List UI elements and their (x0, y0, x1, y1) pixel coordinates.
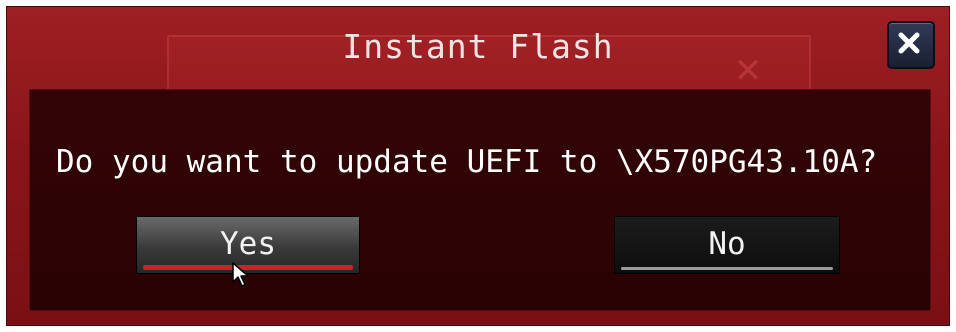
no-button-underline (621, 267, 833, 270)
yes-button-label: Yes (220, 226, 276, 262)
no-button-label: No (708, 226, 746, 262)
instant-flash-dialog: ✕ Instant Flash Do you want to update UE… (6, 6, 950, 326)
dialog-title: Instant Flash (342, 27, 614, 66)
mouse-pointer-icon (232, 262, 249, 287)
confirmation-message: Do you want to update UEFI to \X570PG43.… (56, 144, 878, 180)
no-button[interactable]: No (614, 216, 840, 274)
dialog-body: Do you want to update UEFI to \X570PG43.… (29, 89, 931, 311)
close-icon (898, 32, 920, 54)
close-button[interactable] (887, 21, 935, 69)
